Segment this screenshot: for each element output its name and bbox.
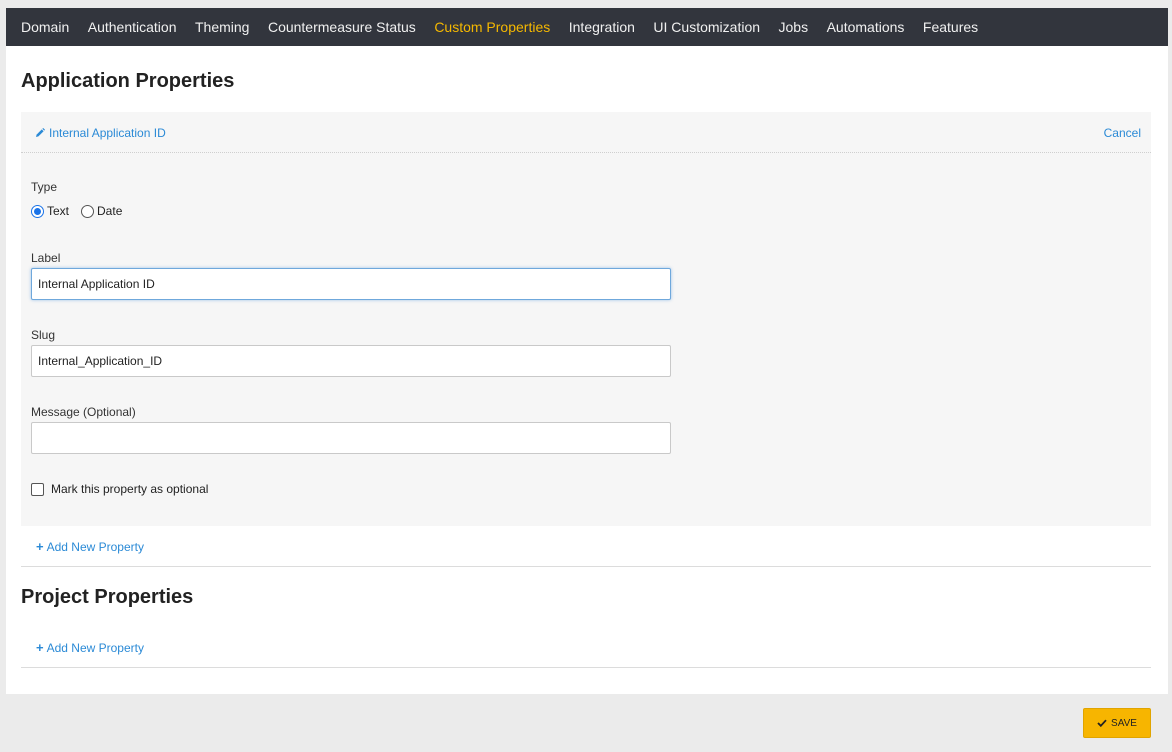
nav-item-features[interactable]: Features xyxy=(923,19,978,35)
nav-item-countermeasure-status[interactable]: Countermeasure Status xyxy=(268,19,416,35)
nav-item-theming[interactable]: Theming xyxy=(195,19,249,35)
add-project-property-label: Add New Property xyxy=(46,640,144,655)
application-properties-heading: Application Properties xyxy=(21,70,235,92)
nav-item-integration[interactable]: Integration xyxy=(569,19,635,35)
save-button[interactable]: SAVE xyxy=(1083,708,1151,738)
checkmark-icon xyxy=(1097,719,1107,727)
add-application-property-link[interactable]: + Add New Property xyxy=(36,539,144,554)
add-application-property-label: Add New Property xyxy=(46,539,144,554)
optional-checkbox-row: Mark this property as optional xyxy=(31,482,208,496)
type-text-label[interactable]: Text xyxy=(47,204,69,218)
slug-input[interactable] xyxy=(31,345,671,377)
edit-property-name: Internal Application ID xyxy=(49,126,166,140)
type-text-radio[interactable] xyxy=(31,204,44,218)
property-edit-header: Internal Application ID Cancel xyxy=(21,112,1151,153)
optional-checkbox-label[interactable]: Mark this property as optional xyxy=(51,482,208,496)
footer-bar: SAVE xyxy=(6,694,1168,752)
label-field-label: Label xyxy=(31,251,61,265)
pencil-icon xyxy=(36,128,45,137)
slug-field-label: Slug xyxy=(31,328,56,342)
label-input[interactable] xyxy=(31,268,671,300)
type-radio-group: Text Date xyxy=(31,204,122,218)
section-divider xyxy=(21,566,1151,567)
cancel-link[interactable]: Cancel xyxy=(1104,126,1141,140)
nav-item-jobs[interactable]: Jobs xyxy=(779,19,809,35)
nav-item-automations[interactable]: Automations xyxy=(827,19,905,35)
nav-item-custom-properties[interactable]: Custom Properties xyxy=(434,19,550,35)
nav-item-authentication[interactable]: Authentication xyxy=(88,19,177,35)
edit-property-link[interactable]: Internal Application ID xyxy=(35,126,166,140)
project-properties-heading: Project Properties xyxy=(21,586,194,608)
save-button-label: SAVE xyxy=(1111,717,1137,729)
property-edit-panel: Internal Application ID Cancel Type Text… xyxy=(21,112,1151,526)
plus-icon: + xyxy=(36,539,44,554)
type-label: Type xyxy=(31,180,58,194)
type-date-label[interactable]: Date xyxy=(97,204,122,218)
type-date-radio[interactable] xyxy=(81,204,95,218)
message-field-label: Message (Optional) xyxy=(31,405,136,419)
nav-item-ui-customization[interactable]: UI Customization xyxy=(653,19,760,35)
add-project-property-link[interactable]: + Add New Property xyxy=(36,640,144,655)
message-input[interactable] xyxy=(31,422,671,454)
nav-item-domain[interactable]: Domain xyxy=(21,19,69,35)
plus-icon: + xyxy=(36,640,44,655)
section-divider xyxy=(21,667,1151,668)
optional-checkbox[interactable] xyxy=(31,482,44,496)
top-navbar: Domain Authentication Theming Countermea… xyxy=(6,8,1168,46)
settings-page: Domain Authentication Theming Countermea… xyxy=(6,8,1168,752)
